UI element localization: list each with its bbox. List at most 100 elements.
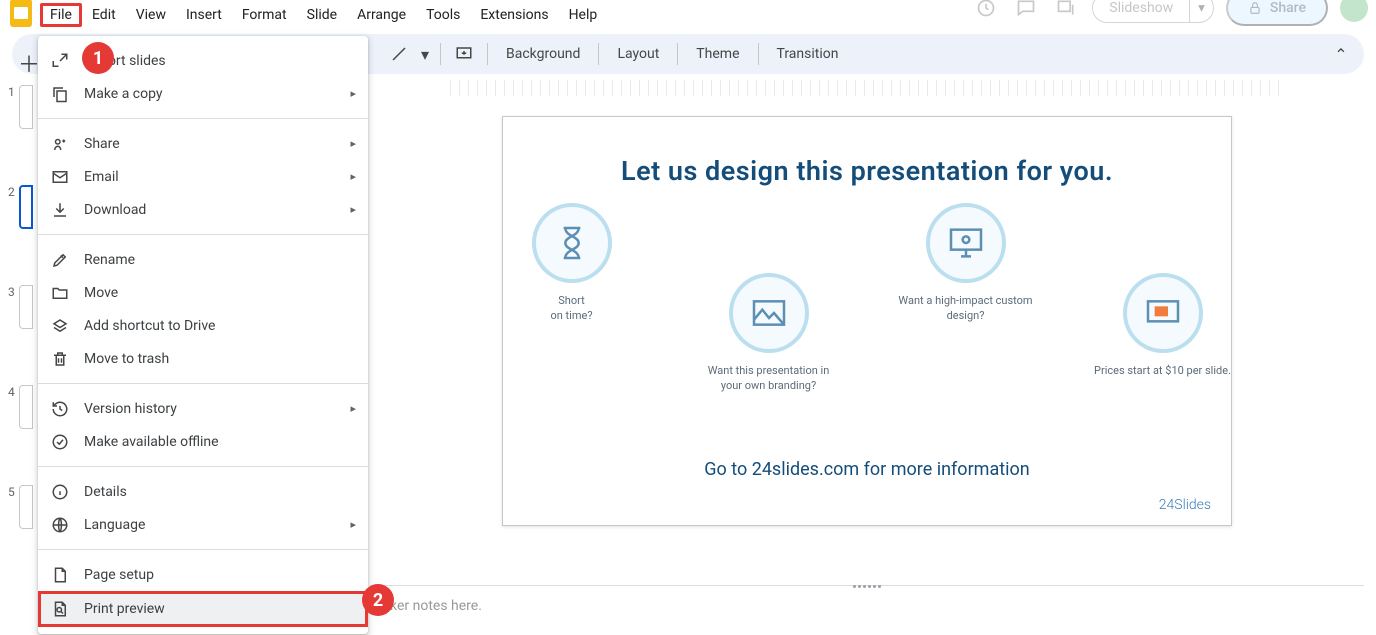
menu-language-label: Language bbox=[84, 517, 336, 533]
menu-offline-label: Make available offline bbox=[84, 434, 356, 450]
menu-slide[interactable]: Slide bbox=[297, 3, 347, 27]
thumb bbox=[19, 385, 33, 429]
menu-share[interactable]: Share ▸ bbox=[38, 127, 368, 160]
divider bbox=[38, 466, 368, 467]
thumb bbox=[19, 85, 33, 129]
divider bbox=[38, 118, 368, 119]
submenu-arrow-icon: ▸ bbox=[350, 203, 356, 216]
shortcut-icon bbox=[50, 316, 70, 336]
slide-icon-price: Prices start at $10 per slide. bbox=[1094, 273, 1231, 378]
submenu-arrow-icon: ▸ bbox=[350, 518, 356, 531]
layout-button[interactable]: Layout bbox=[607, 42, 669, 66]
menu-format[interactable]: Format bbox=[232, 3, 297, 27]
import-icon bbox=[50, 51, 70, 71]
menu-email[interactable]: Email ▸ bbox=[38, 160, 368, 193]
icon-caption: Short on time? bbox=[503, 293, 640, 324]
transition-button[interactable]: Transition bbox=[767, 42, 849, 66]
menu-help[interactable]: Help bbox=[559, 3, 608, 27]
info-icon bbox=[50, 482, 70, 502]
printpreview-icon bbox=[50, 599, 70, 619]
menu-rename-label: Rename bbox=[84, 252, 356, 268]
thumb bbox=[19, 285, 33, 329]
lock-icon bbox=[1248, 1, 1262, 15]
separator bbox=[487, 43, 488, 65]
menu-language[interactable]: Language ▸ bbox=[38, 508, 368, 541]
slide-icon-branding: Want this presentation in your own brand… bbox=[700, 273, 837, 394]
speaker-notes[interactable]: ker notes here. bbox=[370, 585, 1364, 635]
menu-tools[interactable]: Tools bbox=[416, 3, 470, 27]
separator bbox=[598, 43, 599, 65]
slide-title: Let us design this presentation for you. bbox=[503, 155, 1231, 187]
slide[interactable]: Let us design this presentation for you.… bbox=[502, 116, 1232, 526]
download-icon bbox=[50, 200, 70, 220]
canvas-area: Let us design this presentation for you.… bbox=[370, 80, 1364, 580]
slide-icon-time: Short on time? bbox=[503, 203, 640, 324]
comment-tool[interactable] bbox=[449, 39, 479, 69]
filmstrip-slide-5[interactable]: 5 bbox=[0, 485, 38, 529]
separator bbox=[677, 43, 678, 65]
line-dropdown[interactable]: ▾ bbox=[418, 39, 432, 69]
history-icon bbox=[50, 399, 70, 419]
menu-copy-label: Make a copy bbox=[84, 86, 336, 102]
thumb bbox=[19, 485, 33, 529]
menu-version-label: Version history bbox=[84, 401, 336, 417]
menu-pagesetup[interactable]: Page setup bbox=[38, 558, 368, 591]
avatar[interactable] bbox=[1340, 0, 1368, 22]
copy-icon bbox=[50, 84, 70, 104]
menu-download[interactable]: Download ▸ bbox=[38, 193, 368, 226]
thumb bbox=[19, 185, 33, 229]
menu-extensions[interactable]: Extensions bbox=[470, 3, 558, 27]
slideshow-button[interactable]: Slideshow bbox=[1092, 0, 1190, 23]
filmstrip-slide-1[interactable]: 1 bbox=[0, 85, 38, 129]
line-tool[interactable] bbox=[384, 39, 414, 69]
history-icon[interactable] bbox=[972, 0, 1000, 22]
divider bbox=[38, 234, 368, 235]
comments-icon[interactable] bbox=[1012, 0, 1040, 22]
menu-arrange[interactable]: Arrange bbox=[347, 3, 416, 27]
menu-insert[interactable]: Insert bbox=[176, 3, 232, 27]
menu-make-copy[interactable]: Make a copy ▸ bbox=[38, 77, 368, 110]
menu-trash-label: Move to trash bbox=[84, 351, 356, 367]
separator bbox=[440, 43, 441, 65]
globe-icon bbox=[50, 515, 70, 535]
offline-icon bbox=[50, 432, 70, 452]
monitor-icon bbox=[926, 203, 1006, 283]
background-button[interactable]: Background bbox=[496, 42, 590, 66]
menu-printpreview[interactable]: Print preview bbox=[38, 591, 368, 627]
menu-trash[interactable]: Move to trash bbox=[38, 342, 368, 375]
share-icon bbox=[50, 134, 70, 154]
submenu-arrow-icon: ▸ bbox=[350, 170, 356, 183]
menu-email-label: Email bbox=[84, 169, 336, 185]
menu-edit[interactable]: Edit bbox=[82, 3, 126, 27]
filmstrip: 1 2 3 4 5 bbox=[0, 85, 38, 635]
menu-rename[interactable]: Rename bbox=[38, 243, 368, 276]
filmstrip-slide-4[interactable]: 4 bbox=[0, 385, 38, 429]
menu-print[interactable] bbox=[38, 627, 368, 634]
present-icon[interactable] bbox=[1052, 0, 1080, 22]
icon-caption: Want a high-impact custom design? bbox=[897, 293, 1034, 324]
menu-version[interactable]: Version history ▸ bbox=[38, 392, 368, 425]
print-icon bbox=[50, 634, 70, 635]
separator bbox=[758, 43, 759, 65]
picture-icon bbox=[729, 273, 809, 353]
menu-file[interactable]: File bbox=[40, 3, 82, 27]
rename-icon bbox=[50, 250, 70, 270]
share-button[interactable]: Share bbox=[1226, 0, 1328, 26]
notes-resize-handle[interactable] bbox=[847, 582, 887, 590]
menu-details[interactable]: Details bbox=[38, 475, 368, 508]
filmstrip-slide-2[interactable]: 2 bbox=[0, 185, 38, 229]
move-icon bbox=[50, 283, 70, 303]
slide-footer: Go to 24slides.com for more information bbox=[503, 459, 1231, 480]
menu-shortcut[interactable]: Add shortcut to Drive bbox=[38, 309, 368, 342]
menu-move[interactable]: Move bbox=[38, 276, 368, 309]
menu-printpreview-label: Print preview bbox=[84, 601, 356, 617]
submenu-arrow-icon: ▸ bbox=[350, 137, 356, 150]
menu-offline[interactable]: Make available offline bbox=[38, 425, 368, 458]
slide-brand: 24Slides bbox=[1159, 497, 1211, 513]
collapse-toolbar[interactable]: ⌃ bbox=[1326, 39, 1356, 69]
theme-button[interactable]: Theme bbox=[686, 42, 749, 66]
menu-view[interactable]: View bbox=[126, 3, 176, 27]
slideshow-dropdown[interactable]: ▾ bbox=[1190, 0, 1214, 23]
menu-move-label: Move bbox=[84, 285, 356, 301]
filmstrip-slide-3[interactable]: 3 bbox=[0, 285, 38, 329]
